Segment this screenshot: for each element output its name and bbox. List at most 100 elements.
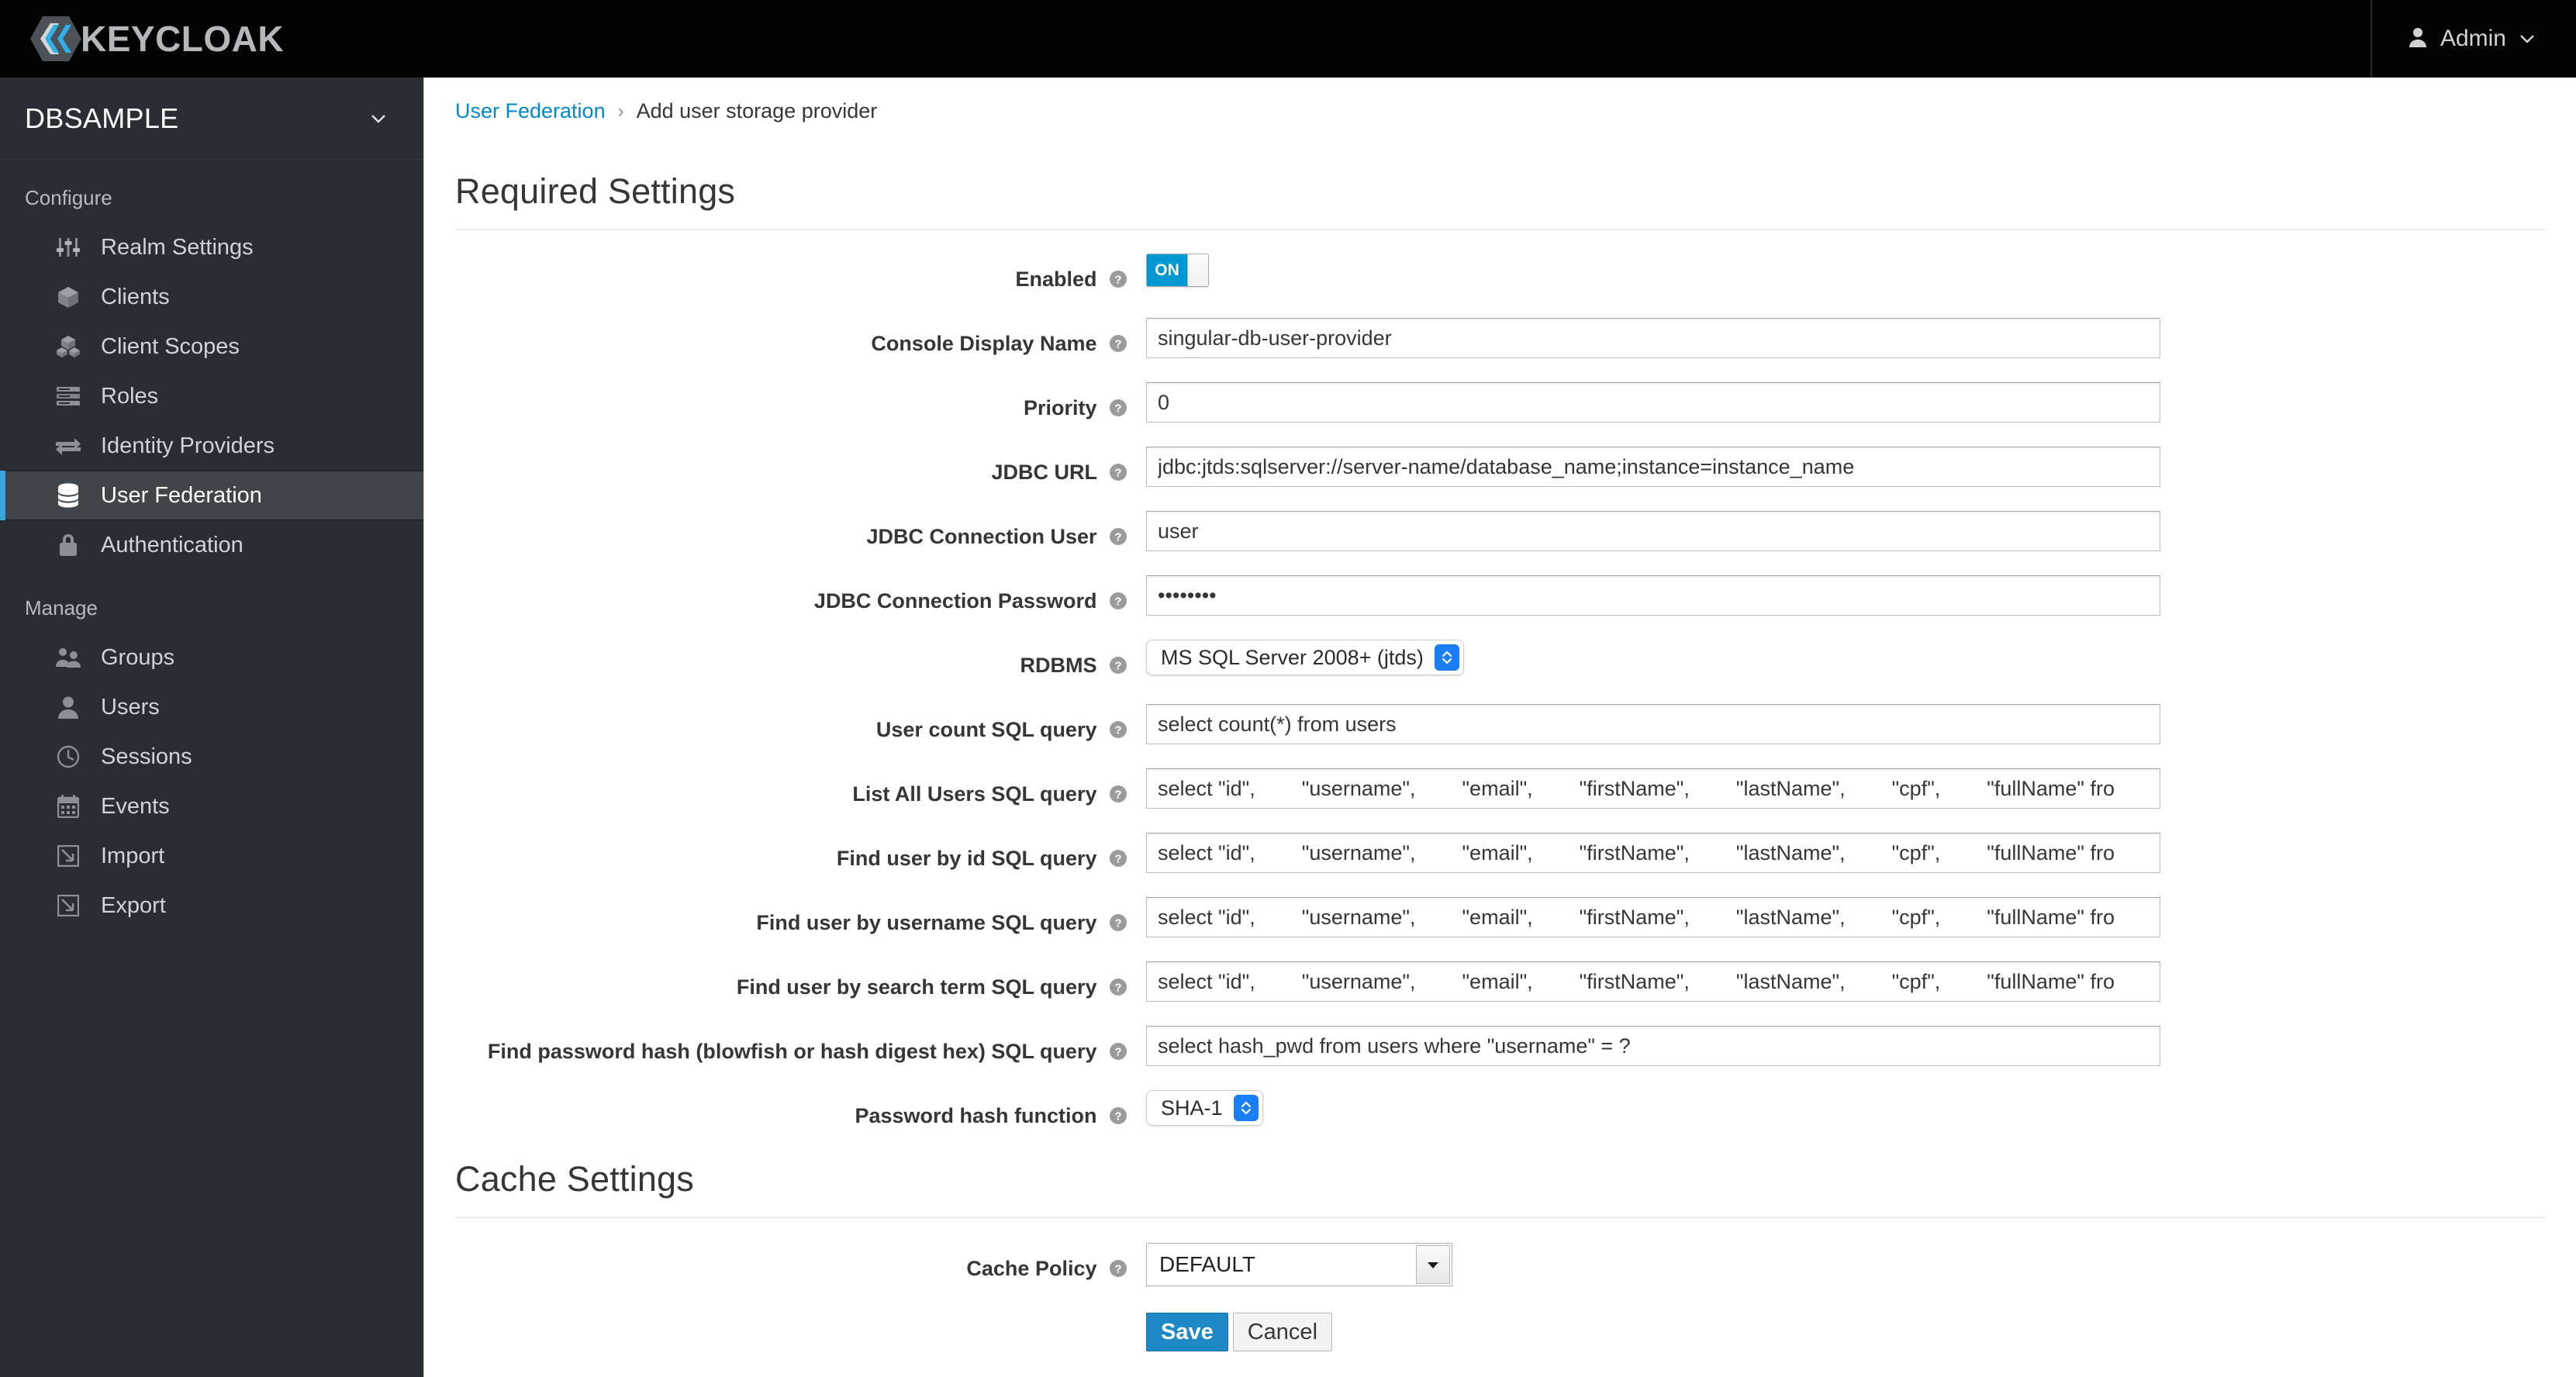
help-circle-icon[interactable]: ? <box>1109 459 1127 481</box>
enabled-toggle[interactable]: ON <box>1146 254 1209 287</box>
sidebar-item-realm-settings[interactable]: Realm Settings <box>0 223 423 272</box>
help-circle-icon[interactable]: ? <box>1109 652 1127 674</box>
user-count-sql-query-input[interactable] <box>1146 704 2160 744</box>
nav-group-title-configure: Configure <box>25 186 112 209</box>
sidebar-item-identity-providers[interactable]: Identity Providers <box>0 421 423 471</box>
list-all-users-sql-query-input[interactable] <box>1146 768 2160 809</box>
stepper-icon <box>1434 644 1459 671</box>
label-find-password-hash-sql-query: Find password hash (blowfish or hash dig… <box>425 1026 1146 1067</box>
label-priority: Priority ? <box>425 382 1146 423</box>
help-circle-icon[interactable]: ? <box>1109 1255 1127 1277</box>
priority-input[interactable] <box>1146 382 2160 423</box>
field-row-console-display-name: Console Display Name ? <box>425 318 2576 359</box>
find-user-by-search-term-sql-query-input[interactable] <box>1146 961 2160 1002</box>
rdbms-selected-value: MS SQL Server 2008+ (jtds) <box>1161 645 1424 669</box>
find-user-by-username-sql-query-input[interactable] <box>1146 897 2160 937</box>
help-circle-icon[interactable]: ? <box>1109 266 1127 288</box>
label-text: Priority <box>1023 396 1097 419</box>
label-text: JDBC Connection Password <box>813 589 1097 613</box>
label-find-user-by-username-sql-query: Find user by username SQL query ? <box>425 897 1146 938</box>
label-text: Enabled <box>1015 267 1097 291</box>
top-bar-right: Admin <box>2370 0 2576 78</box>
help-circle-icon[interactable]: ? <box>1109 1038 1127 1060</box>
cache-settings-divider <box>455 1217 2546 1218</box>
help-circle-icon[interactable]: ? <box>1109 1103 1127 1124</box>
jdbc-url-input[interactable] <box>1146 447 2160 487</box>
cancel-button[interactable]: Cancel <box>1232 1313 1333 1351</box>
svg-text:?: ? <box>1114 724 1121 737</box>
sidebar-item-roles[interactable]: Roles <box>0 371 423 421</box>
cube-icon <box>51 285 85 309</box>
label-text: JDBC URL <box>991 461 1097 484</box>
help-circle-icon[interactable]: ? <box>1109 523 1127 545</box>
sidebar-item-label: Roles <box>101 383 159 409</box>
help-circle-icon[interactable]: ? <box>1109 588 1127 609</box>
label-text: Console Display Name <box>871 332 1097 355</box>
sidebar-item-import[interactable]: Import <box>0 831 423 881</box>
top-bar: KEYCLOAK Admin <box>0 0 2576 78</box>
console-display-name-input[interactable] <box>1146 318 2160 358</box>
sidebar-item-client-scopes[interactable]: Client Scopes <box>0 322 423 371</box>
svg-text:?: ? <box>1114 1110 1121 1123</box>
sidebar-item-sessions[interactable]: Sessions <box>0 732 423 782</box>
exchange-arrows-icon <box>51 436 85 456</box>
admin-label: Admin <box>2440 26 2506 51</box>
field-row-list-all-users-sql-query: List All Users SQL query ? <box>425 768 2576 809</box>
svg-text:?: ? <box>1114 789 1121 802</box>
sidebar-item-clients[interactable]: Clients <box>0 272 423 322</box>
help-circle-icon[interactable]: ? <box>1109 845 1127 867</box>
help-circle-icon[interactable]: ? <box>1109 395 1127 416</box>
jdbc-connection-password-input[interactable] <box>1146 575 2160 616</box>
label-user-count-sql-query: User count SQL query ? <box>425 704 1146 745</box>
sidebar-item-user-federation[interactable]: User Federation <box>0 471 423 520</box>
sidebar-item-events[interactable]: Events <box>0 782 423 831</box>
chevron-down-icon <box>1416 1245 1450 1284</box>
label-find-user-by-search-term-sql-query: Find user by search term SQL query ? <box>425 961 1146 1003</box>
label-text: Cache Policy <box>966 1257 1097 1280</box>
save-button[interactable]: Save <box>1146 1313 1228 1351</box>
sidebar-item-label: Client Scopes <box>101 333 240 359</box>
lock-icon <box>51 533 85 557</box>
help-circle-icon[interactable]: ? <box>1109 974 1127 996</box>
svg-text:?: ? <box>1114 402 1121 416</box>
keycloak-logo <box>29 15 82 63</box>
brand[interactable]: KEYCLOAK <box>29 15 284 63</box>
find-user-by-id-sql-query-input[interactable] <box>1146 833 2160 873</box>
label-jdbc-connection-password: JDBC Connection Password ? <box>425 575 1146 616</box>
help-circle-icon[interactable]: ? <box>1109 909 1127 931</box>
toggle-on-label: ON <box>1147 254 1187 286</box>
label-list-all-users-sql-query: List All Users SQL query ? <box>425 768 1146 809</box>
help-circle-icon[interactable]: ? <box>1109 330 1127 352</box>
svg-text:?: ? <box>1114 274 1121 287</box>
label-jdbc-url: JDBC URL ? <box>425 447 1146 488</box>
label-text: List All Users SQL query <box>852 782 1097 806</box>
rdbms-select[interactable]: MS SQL Server 2008+ (jtds) <box>1146 640 1464 675</box>
field-row-user-count-sql-query: User count SQL query ? <box>425 704 2576 745</box>
sliders-icon <box>51 236 85 259</box>
field-row-find-password-hash-sql-query: Find password hash (blowfish or hash dig… <box>425 1026 2576 1067</box>
realm-selector[interactable]: DBSAMPLE <box>0 78 423 160</box>
password-hash-function-select[interactable]: SHA-1 <box>1146 1090 1263 1126</box>
label-text: Password hash function <box>855 1104 1097 1127</box>
sidebar-item-groups[interactable]: Groups <box>0 633 423 682</box>
admin-menu-button[interactable]: Admin <box>2408 26 2536 52</box>
sidebar-item-label: Clients <box>101 284 170 309</box>
nav-group-title-manage: Manage <box>25 596 98 619</box>
page-title: Required Settings <box>455 171 736 211</box>
help-circle-icon[interactable]: ? <box>1109 781 1127 802</box>
sidebar-item-users[interactable]: Users <box>0 682 423 732</box>
sidebar-item-export[interactable]: Export <box>0 881 423 930</box>
breadcrumb-link-user-federation[interactable]: User Federation <box>455 99 606 123</box>
label-text: RDBMS <box>1020 654 1097 677</box>
field-row-password-hash-function: Password hash function ? SHA-1 <box>425 1090 2576 1131</box>
cache-policy-select[interactable]: DEFAULT <box>1146 1243 1452 1286</box>
label-text: JDBC Connection User <box>866 525 1097 548</box>
jdbc-connection-user-input[interactable] <box>1146 511 2160 551</box>
sidebar-item-authentication[interactable]: Authentication <box>0 520 423 570</box>
svg-text:?: ? <box>1114 982 1121 995</box>
find-password-hash-sql-query-input[interactable] <box>1146 1026 2160 1066</box>
cubes-icon <box>51 335 85 358</box>
help-circle-icon[interactable]: ? <box>1109 716 1127 738</box>
svg-text:?: ? <box>1114 917 1121 930</box>
label-text: Find user by search term SQL query <box>736 975 1097 999</box>
